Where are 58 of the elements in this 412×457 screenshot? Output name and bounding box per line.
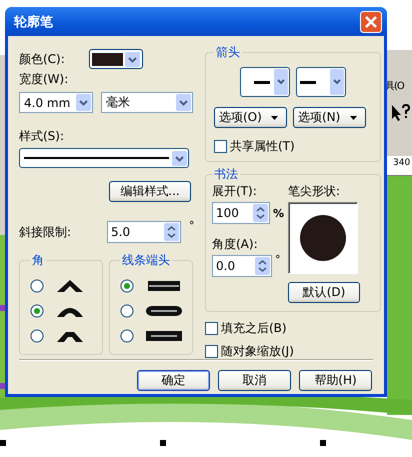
nib-shape-label: 笔尖形状: (288, 183, 342, 200)
nib-preview[interactable] (288, 202, 358, 274)
window-title: 轮廓笔 (14, 14, 53, 30)
spin-arrows-icon (164, 223, 179, 241)
start-arrow-dropdown[interactable] (240, 67, 290, 97)
radio-button[interactable] (30, 304, 44, 318)
options-button[interactable]: 选项(O) (214, 107, 287, 128)
help-pointer-icon[interactable] (390, 104, 410, 122)
radio-button[interactable] (120, 328, 134, 342)
miter-limit-label: 斜接限制: (19, 224, 72, 240)
dialog-button[interactable]: 确定 (137, 370, 210, 391)
checkbox[interactable] (205, 345, 218, 358)
style-label: 样式(S): (19, 128, 66, 145)
percent-unit: % (272, 206, 284, 220)
width-dropdown[interactable]: 4.0 mm (19, 92, 93, 113)
radio-button[interactable] (120, 278, 134, 292)
line-cap-icon (146, 304, 182, 316)
miter-limit-field[interactable]: 5.0 (107, 221, 181, 243)
angle-field[interactable]: 0.0 (212, 255, 272, 277)
dialog-button[interactable]: 取消 (218, 370, 291, 391)
close-icon[interactable] (360, 10, 382, 32)
stretch-field[interactable]: 100 (212, 202, 270, 224)
group-title: 角 (31, 252, 45, 269)
degree-unit: ° (275, 253, 280, 266)
dialog-button[interactable]: 帮助(H) (299, 370, 372, 391)
stretch-label: 展开(T): (212, 183, 258, 200)
degree-unit: ° (189, 219, 194, 232)
checkbox-label: 共享属性(T) (230, 138, 295, 155)
line-cap-icon (146, 280, 182, 292)
unit-dropdown[interactable]: 毫米 (101, 92, 193, 113)
line-cap-icon (146, 330, 182, 342)
default-button[interactable]: 默认(D) (288, 282, 360, 303)
group-title: 书法 (213, 166, 239, 183)
checkbox[interactable] (205, 322, 218, 335)
options-button[interactable]: 选项(N) (293, 107, 366, 128)
edit-style-button[interactable]: 编辑样式... (109, 181, 191, 202)
caret-icon (271, 116, 278, 120)
ruler-label: 340 (393, 158, 410, 168)
spin-arrows-icon (255, 257, 270, 275)
checkbox[interactable] (214, 140, 227, 153)
radio-button[interactable] (30, 328, 44, 342)
color-label: 颜色(C): (19, 50, 65, 68)
width-label: 宽度(W): (19, 71, 70, 88)
radio-button[interactable] (120, 304, 134, 318)
checkbox-label: 随对象缩放(J) (221, 343, 294, 360)
line-style-dropdown[interactable] (19, 148, 189, 168)
end-arrow-dropdown[interactable] (296, 67, 346, 97)
group-title: 线条端头 (121, 252, 171, 269)
caret-icon (350, 116, 357, 120)
nib-shape-icon (300, 215, 346, 261)
group-title: 箭头 (215, 44, 241, 61)
solid-line-icon (24, 156, 169, 160)
color-picker-button[interactable] (88, 49, 143, 69)
radio-button[interactable] (30, 278, 44, 292)
angle-label: 角度(A): (212, 236, 259, 253)
spin-arrows-icon (252, 204, 268, 222)
corner-style-icon (56, 278, 84, 293)
checkbox-label: 填充之后(B) (221, 320, 287, 337)
